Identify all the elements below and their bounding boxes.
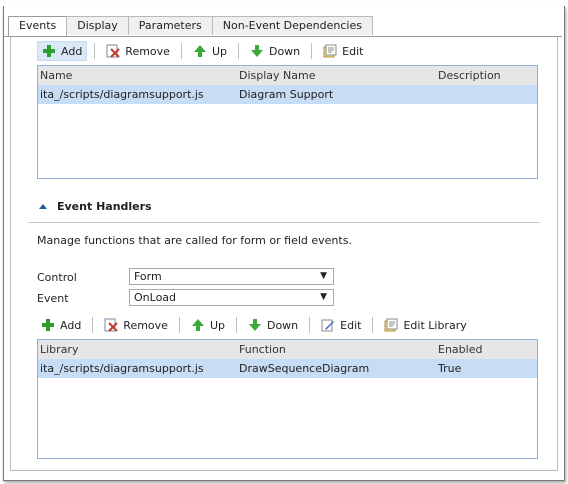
- toolbar-separator: [311, 43, 313, 59]
- column-header-function[interactable]: Function: [239, 343, 286, 356]
- toolbar-separator: [372, 317, 374, 333]
- event-label: Event: [37, 292, 69, 305]
- tab-parameters[interactable]: Parameters: [127, 16, 213, 35]
- library-down-button[interactable]: Down: [246, 41, 304, 61]
- up-arrow-icon: [191, 319, 204, 331]
- table-row[interactable]: ita_/scripts/diagramsupport.js Diagram S…: [38, 85, 537, 104]
- handler-up-label: Up: [209, 318, 225, 332]
- edit-icon: [323, 44, 337, 58]
- edit-icon: [321, 319, 335, 332]
- library-name-cell: ita_/scripts/diagramsupport.js: [40, 88, 204, 101]
- toolbar-separator: [178, 317, 180, 333]
- toolbar-separator: [237, 43, 239, 59]
- control-select-value: Form: [134, 270, 162, 283]
- down-arrow-icon: [250, 45, 263, 57]
- handler-toolbar: Add Remove Up Down Edit Edit Library: [37, 314, 537, 336]
- library-down-label: Down: [268, 44, 301, 58]
- event-handlers-description: Manage functions that are called for for…: [37, 234, 352, 247]
- library-toolbar: Add Remove Up Down Edit: [37, 40, 537, 62]
- toolbar-separator: [92, 317, 94, 333]
- remove-icon: [106, 44, 121, 58]
- tab-display[interactable]: Display: [66, 16, 129, 35]
- add-icon: [43, 45, 55, 57]
- control-select[interactable]: Form ▼: [129, 268, 334, 285]
- handler-add-label: Add: [60, 318, 82, 332]
- library-display-name-cell: Diagram Support: [239, 88, 334, 101]
- event-select[interactable]: OnLoad ▼: [129, 289, 334, 306]
- library-edit-button[interactable]: Edit: [319, 41, 367, 61]
- tab-events[interactable]: Events: [8, 16, 68, 37]
- toolbar-separator: [235, 317, 237, 333]
- handler-enabled-cell: True: [438, 362, 462, 375]
- tab-strip: Events Display Parameters Non-Event Depe…: [8, 16, 373, 37]
- library-grid: Name Display Name Description ita_/scrip…: [37, 65, 538, 179]
- up-arrow-icon: [193, 45, 206, 57]
- toolbar-separator: [309, 317, 311, 333]
- handler-grid-header: Library Function Enabled: [38, 340, 537, 359]
- dropdown-arrow-icon: ▼: [320, 271, 327, 281]
- event-select-value: OnLoad: [134, 291, 177, 304]
- handler-grid: Library Function Enabled ita_/scripts/di…: [37, 339, 538, 459]
- handler-edit-library-button[interactable]: Edit Library: [380, 315, 470, 335]
- handler-remove-label: Remove: [123, 318, 168, 332]
- column-header-library[interactable]: Library: [40, 343, 78, 356]
- handler-down-button[interactable]: Down: [244, 315, 302, 335]
- tab-non-event-dependencies[interactable]: Non-Event Dependencies: [211, 16, 373, 35]
- library-grid-header: Name Display Name Description: [38, 66, 537, 85]
- column-header-display-name[interactable]: Display Name: [239, 69, 316, 82]
- remove-icon: [104, 318, 119, 332]
- collapse-triangle-icon[interactable]: [39, 204, 47, 209]
- dropdown-arrow-icon: ▼: [320, 292, 327, 302]
- section-divider: [28, 222, 540, 223]
- column-header-enabled[interactable]: Enabled: [438, 343, 482, 356]
- handler-add-button[interactable]: Add: [37, 315, 85, 335]
- handler-up-button[interactable]: Up: [187, 315, 229, 335]
- library-add-button[interactable]: Add: [37, 41, 88, 61]
- add-icon: [42, 319, 54, 331]
- library-up-button[interactable]: Up: [189, 41, 231, 61]
- handler-function-cell: DrawSequenceDiagram: [239, 362, 370, 375]
- control-label: Control: [37, 271, 77, 284]
- down-arrow-icon: [248, 319, 261, 331]
- column-header-name[interactable]: Name: [40, 69, 72, 82]
- handler-edit-label: Edit: [340, 318, 362, 332]
- library-remove-button[interactable]: Remove: [102, 41, 174, 61]
- handler-down-label: Down: [266, 318, 299, 332]
- column-header-description[interactable]: Description: [438, 69, 501, 82]
- handler-edit-button[interactable]: Edit: [317, 315, 365, 335]
- edit-library-icon: [384, 318, 398, 332]
- library-up-label: Up: [211, 44, 227, 58]
- library-remove-label: Remove: [125, 44, 170, 58]
- event-handlers-section-header[interactable]: Event Handlers: [37, 200, 152, 213]
- table-row[interactable]: ita_/scripts/diagramsupport.js DrawSeque…: [38, 359, 537, 378]
- toolbar-separator: [180, 43, 182, 59]
- library-add-label: Add: [61, 44, 83, 58]
- library-edit-label: Edit: [342, 44, 364, 58]
- toolbar-separator: [94, 43, 96, 59]
- handler-remove-button[interactable]: Remove: [100, 315, 172, 335]
- handler-library-cell: ita_/scripts/diagramsupport.js: [40, 362, 204, 375]
- event-handlers-title: Event Handlers: [57, 200, 152, 213]
- handler-edit-library-label: Edit Library: [403, 318, 467, 332]
